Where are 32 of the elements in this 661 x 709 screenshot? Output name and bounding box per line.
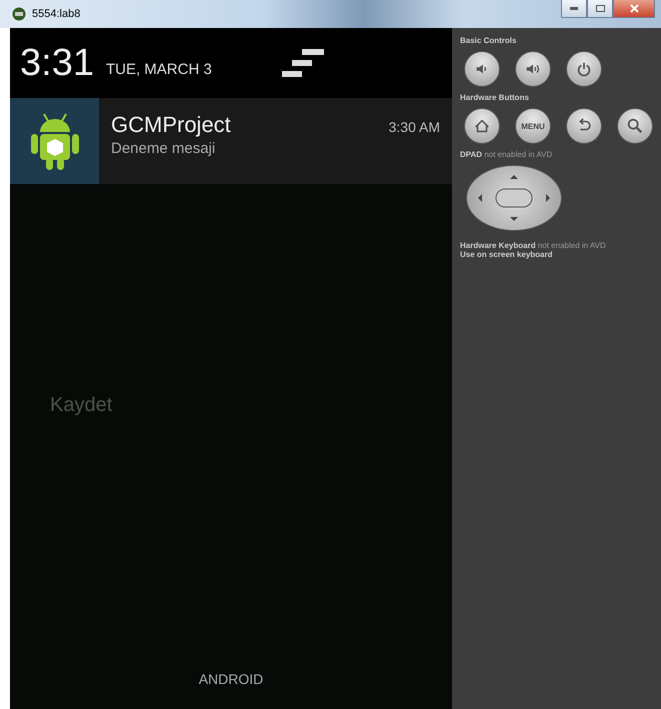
keyboard-status: Hardware Keyboard not enabled in AVD (460, 241, 607, 250)
close-icon (630, 4, 638, 13)
minimize-icon (570, 7, 578, 10)
back-button[interactable] (566, 108, 602, 144)
notification[interactable]: GCMProject 3:30 AM Deneme mesaji (10, 98, 452, 184)
power-button[interactable] (566, 51, 602, 87)
notification-time: 3:30 AM (388, 119, 440, 135)
close-button[interactable] (613, 0, 655, 18)
menu-button[interactable]: MENU (515, 108, 551, 144)
emulator-icon (12, 7, 26, 21)
house-icon (473, 117, 491, 135)
window-title: 5554:lab8 (32, 8, 80, 20)
carrier-label: ANDROID (198, 671, 264, 687)
faded-label: Kaydet (50, 394, 114, 417)
maximize-button[interactable] (587, 0, 613, 18)
date: TUE, MARCH 3 (106, 60, 212, 78)
volume-down-button[interactable] (464, 51, 500, 87)
volume-up-button[interactable] (515, 51, 551, 87)
home-button[interactable] (464, 108, 500, 144)
maximize-icon (596, 5, 604, 12)
section-title: Basic Controls (460, 36, 518, 45)
notification-text: Deneme mesaji (111, 140, 216, 157)
search-icon (626, 117, 644, 135)
power-icon (575, 60, 593, 78)
clock: 3:31 (20, 42, 94, 84)
dpad-status: DPAD not enabled in AVD (460, 150, 554, 159)
keyboard-hint: Use on screen keyboard (460, 250, 554, 259)
minimize-button[interactable] (561, 0, 587, 18)
search-button[interactable] (617, 108, 653, 144)
settings-icon[interactable] (282, 49, 324, 77)
notification-title: GCMProject (111, 112, 231, 138)
section-title: Hardware Buttons (460, 93, 530, 102)
